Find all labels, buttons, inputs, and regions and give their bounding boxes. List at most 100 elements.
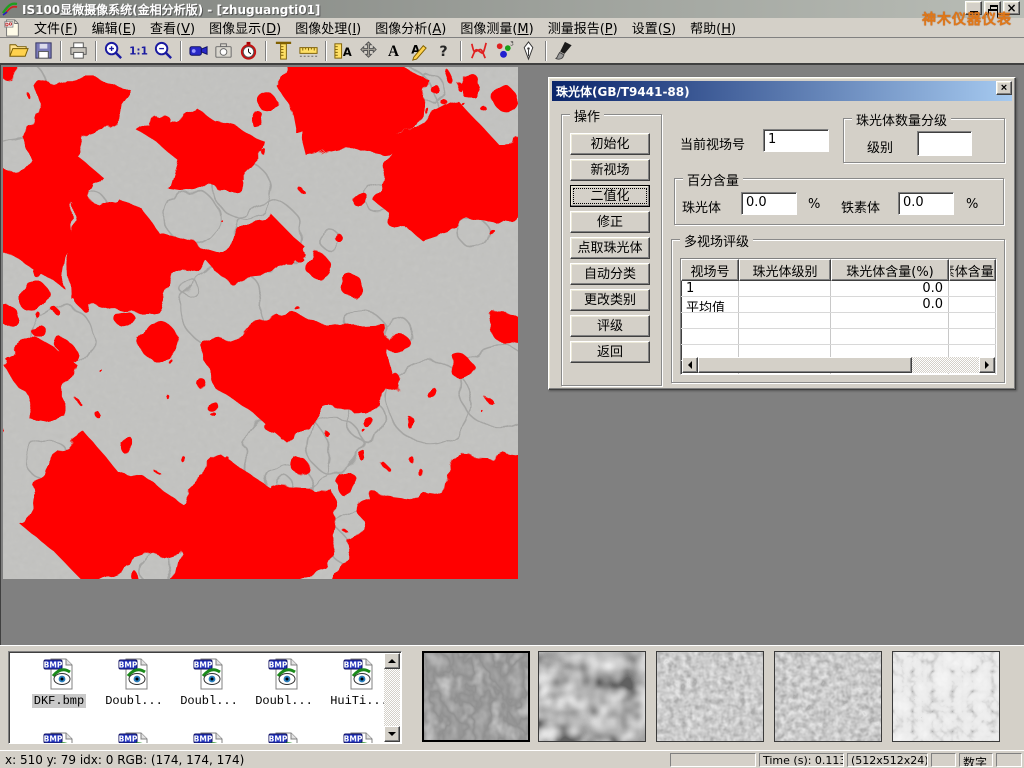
camera-icon[interactable] [211, 39, 236, 63]
op-button-8[interactable]: 返回 [570, 341, 650, 363]
file-name: Doubl... [253, 694, 315, 708]
file-item-row2-3[interactable]: BMP [248, 730, 320, 744]
color-markers-icon[interactable]: 3 [491, 39, 516, 63]
status-bar: x: 510 y: 79 idx: 0 RGB: (174, 174, 174)… [0, 750, 1024, 768]
thumbnail-specimen-2[interactable] [538, 651, 646, 742]
thumbnail-specimen-3[interactable] [656, 651, 764, 742]
menu-item-7[interactable]: 测量报告(P) [541, 20, 625, 39]
table-cell [831, 313, 949, 328]
toolbar-separator [180, 41, 182, 61]
zoom-in-icon[interactable] [101, 39, 126, 63]
ferrite-percent-input[interactable]: 0.0 [898, 192, 954, 215]
print-icon[interactable] [66, 39, 91, 63]
move-icon[interactable] [356, 39, 381, 63]
scroll-right-button[interactable] [979, 357, 995, 373]
dialog-title-bar[interactable]: 珠光体(GB/T9441-88) [552, 81, 1012, 101]
menu-item-9[interactable]: 帮助(H) [683, 20, 743, 39]
menu-item-4[interactable]: 图像处理(I) [288, 20, 368, 39]
table-row-1[interactable]: 平均值0.0 [681, 297, 996, 313]
menu-item-6[interactable]: 图像测量(M) [453, 20, 540, 39]
zoom-out-icon[interactable] [151, 39, 176, 63]
menu-item-2[interactable]: 查看(V) [143, 20, 202, 39]
toolbar-separator [460, 41, 462, 61]
measure-text-icon[interactable]: A [331, 39, 356, 63]
micrograph-image[interactable] [3, 67, 518, 579]
bmp-file-icon: BMP [42, 656, 76, 690]
op-button-0[interactable]: 初始化 [570, 133, 650, 155]
current-field-input[interactable]: 1 [763, 129, 829, 152]
table-cell [831, 329, 949, 344]
op-button-3[interactable]: 修正 [570, 211, 650, 233]
file-item-row2-2[interactable]: BMP [173, 730, 245, 744]
scrollbar-thumb[interactable] [698, 357, 912, 373]
table-cell [949, 297, 996, 312]
level-input[interactable] [917, 131, 972, 156]
bmp-file-icon: BMP [192, 730, 226, 744]
table-row-3[interactable] [681, 329, 996, 345]
menu-item-3[interactable]: 图像显示(D) [202, 20, 288, 39]
svg-text:BMP: BMP [194, 735, 213, 744]
svg-text:BMP: BMP [269, 735, 288, 744]
thumbnail-specimen-1[interactable] [422, 651, 530, 742]
op-button-7[interactable]: 评级 [570, 315, 650, 337]
svg-text:3: 3 [510, 42, 514, 48]
scroll-down-button[interactable] [384, 726, 400, 742]
op-button-5[interactable]: 自动分类 [570, 263, 650, 285]
document-icon[interactable] [3, 19, 21, 37]
table-row-2[interactable] [681, 313, 996, 329]
bmp-file-icon: BMP [117, 730, 151, 744]
table-cell [681, 329, 739, 344]
op-button-2[interactable]: 二值化 [570, 185, 650, 207]
video-camera-icon[interactable] [186, 39, 211, 63]
multi-field-table: 视场号珠光体级别珠光体含量(%)铁素体含量(%) 10.0平均值0.0 [680, 258, 997, 375]
menu-item-5[interactable]: 图像分析(A) [368, 20, 453, 39]
curve-icon[interactable] [466, 39, 491, 63]
thumbnail-specimen-4[interactable] [774, 651, 882, 742]
dialog-close-button[interactable]: × [996, 81, 1012, 95]
text-icon[interactable]: A [381, 39, 406, 63]
file-item-Doubl...[interactable]: BMPDoubl... [98, 656, 170, 708]
toolbar-separator [265, 41, 267, 61]
open-icon[interactable] [6, 39, 31, 63]
menu-item-0[interactable]: 文件(F) [27, 20, 85, 39]
operation-group-label: 操作 [570, 106, 604, 125]
bmp-file-icon: BMP [267, 730, 301, 744]
toolbar-separator [60, 41, 62, 61]
table-row-0[interactable]: 10.0 [681, 281, 996, 297]
table-horizontal-scrollbar[interactable] [682, 357, 995, 373]
file-list-scrollbar[interactable] [384, 653, 400, 742]
ruler-icon[interactable] [296, 39, 321, 63]
save-icon[interactable] [31, 39, 56, 63]
menu-item-8[interactable]: 设置(S) [625, 20, 683, 39]
help-icon[interactable]: ? [431, 39, 456, 63]
menu-bar: 文件(F)编辑(E)查看(V)图像显示(D)图像处理(I)图像分析(A)图像测量… [0, 18, 1024, 38]
scrollbar-track[interactable] [698, 357, 979, 373]
svg-text:BMP: BMP [44, 735, 63, 744]
file-item-Doubl...[interactable]: BMPDoubl... [173, 656, 245, 708]
op-button-4[interactable]: 点取珠光体 [570, 237, 650, 259]
thumbnail-specimen-5[interactable] [892, 651, 1000, 742]
op-button-1[interactable]: 新视场 [570, 159, 650, 181]
ferrite-unit: % [966, 197, 978, 212]
op-button-6[interactable]: 更改类别 [570, 289, 650, 311]
brush-icon[interactable] [551, 39, 576, 63]
file-item-row2-0[interactable]: BMP [23, 730, 95, 744]
pearlite-percent-input[interactable]: 0.0 [741, 192, 797, 215]
scroll-up-button[interactable] [384, 653, 400, 669]
stopwatch-icon[interactable] [236, 39, 261, 63]
status-empty-panel-3 [996, 753, 1022, 767]
svg-text:BMP: BMP [344, 735, 363, 744]
title-bar: IS100显微摄像系统(金相分析版) - [zhuguangti01] × [0, 0, 1024, 18]
bmp-file-icon: BMP [342, 730, 376, 744]
file-item-Doubl...[interactable]: BMPDoubl... [248, 656, 320, 708]
caliper-icon[interactable] [271, 39, 296, 63]
current-field-label: 当前视场号 [680, 134, 745, 153]
annotate-icon[interactable]: A [406, 39, 431, 63]
toolbar-separator [545, 41, 547, 61]
menu-item-1[interactable]: 编辑(E) [85, 20, 143, 39]
scroll-left-button[interactable] [682, 357, 698, 373]
pen-icon[interactable] [516, 39, 541, 63]
actual-size-icon[interactable]: 1:1 [126, 39, 151, 63]
file-item-row2-1[interactable]: BMP [98, 730, 170, 744]
file-item-DKF.bmp[interactable]: BMPDKF.bmp [23, 656, 95, 708]
